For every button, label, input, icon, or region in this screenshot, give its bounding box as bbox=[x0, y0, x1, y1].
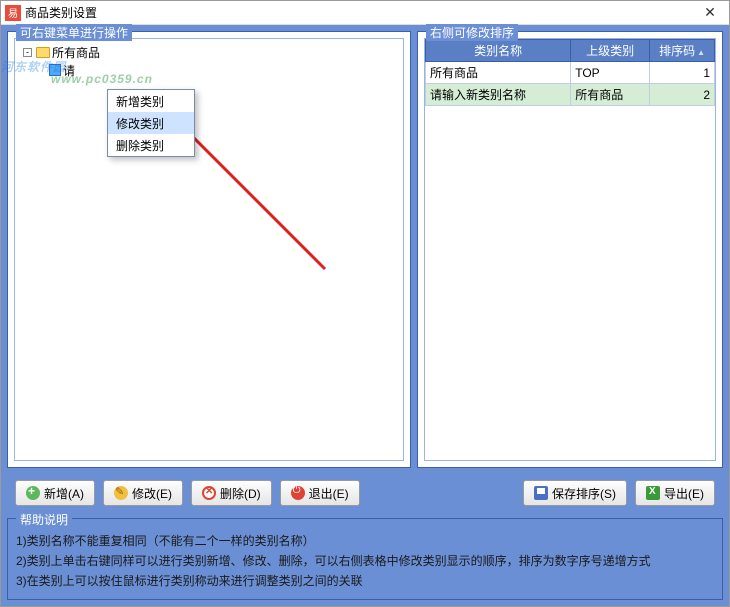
context-new-category[interactable]: 新增类别 bbox=[108, 90, 194, 112]
col-header-name[interactable]: 类别名称 bbox=[426, 40, 571, 62]
main-row: 可右键菜单进行操作 - 所有商品 请 新增 bbox=[7, 31, 723, 468]
add-button[interactable]: 新增(A) bbox=[15, 480, 95, 506]
help-line-2: 2)类别上单击右键同样可以进行类别新增、修改、删除，可以右侧表格中修改类别显示的… bbox=[16, 551, 714, 571]
cell-name[interactable]: 所有商品 bbox=[426, 62, 571, 84]
col-header-parent[interactable]: 上级类别 bbox=[571, 40, 650, 62]
context-edit-category[interactable]: 修改类别 bbox=[108, 112, 194, 134]
toolbar: 新增(A) 修改(E) 删除(D) 退出(E) 保存排序(S) 导出(E) bbox=[7, 474, 723, 512]
help-panel: 帮助说明 1)类别名称不能重复相同（不能有二个一样的类别名称） 2)类别上单击右… bbox=[7, 518, 723, 600]
category-tree[interactable]: - 所有商品 请 bbox=[15, 39, 403, 83]
delete-button[interactable]: 删除(D) bbox=[191, 480, 272, 506]
grid-container: 类别名称 上级类别 排序码▲ 所有商品 TOP 1 bbox=[424, 38, 716, 461]
exit-button[interactable]: 退出(E) bbox=[280, 480, 360, 506]
right-panel-legend: 右侧可修改排序 bbox=[426, 24, 518, 41]
titlebar: 易 商品类别设置 ✕ bbox=[1, 1, 729, 25]
context-menu: 新增类别 修改类别 删除类别 bbox=[107, 89, 195, 157]
app-icon: 易 bbox=[5, 5, 21, 21]
table-row[interactable]: 所有商品 TOP 1 bbox=[426, 62, 715, 84]
left-panel: 可右键菜单进行操作 - 所有商品 请 新增 bbox=[7, 31, 411, 468]
help-line-1: 1)类别名称不能重复相同（不能有二个一样的类别名称） bbox=[16, 531, 714, 551]
client-area: 河东软件园 www.pc0359.cn 可右键菜单进行操作 - 所有商品 bbox=[1, 25, 729, 606]
tree-root-label: 所有商品 bbox=[52, 44, 100, 61]
left-panel-legend: 可右键菜单进行操作 bbox=[16, 24, 132, 41]
close-button[interactable]: ✕ bbox=[695, 4, 725, 21]
col-header-order[interactable]: 排序码▲ bbox=[650, 40, 715, 62]
save-order-button[interactable]: 保存排序(S) bbox=[523, 480, 627, 506]
cell-parent[interactable]: TOP bbox=[571, 62, 650, 84]
export-button[interactable]: 导出(E) bbox=[635, 480, 715, 506]
exit-icon bbox=[291, 486, 305, 500]
help-legend: 帮助说明 bbox=[16, 511, 72, 528]
help-line-3: 3)在类别上可以按住鼠标进行类别称动来进行调整类别之间的关联 bbox=[16, 571, 714, 591]
cell-order[interactable]: 2 bbox=[650, 84, 715, 106]
edit-icon bbox=[114, 486, 128, 500]
collapse-icon[interactable]: - bbox=[23, 48, 32, 57]
save-icon bbox=[534, 486, 548, 500]
export-icon bbox=[646, 486, 660, 500]
add-icon bbox=[26, 486, 40, 500]
file-icon bbox=[49, 64, 61, 76]
delete-icon bbox=[202, 486, 216, 500]
window-title: 商品类别设置 bbox=[25, 4, 695, 21]
right-panel: 右侧可修改排序 类别名称 上级类别 排序码▲ 所有商品 bbox=[417, 31, 723, 468]
folder-icon bbox=[36, 47, 50, 58]
tree-child-node[interactable]: 请 bbox=[19, 61, 399, 79]
cell-name[interactable]: 请输入新类别名称 bbox=[426, 84, 571, 106]
cell-order[interactable]: 1 bbox=[650, 62, 715, 84]
tree-root-node[interactable]: - 所有商品 bbox=[19, 43, 399, 61]
table-row[interactable]: 请输入新类别名称 所有商品 2 bbox=[426, 84, 715, 106]
window: 易 商品类别设置 ✕ 河东软件园 www.pc0359.cn 可右键菜单进行操作… bbox=[0, 0, 730, 607]
category-grid[interactable]: 类别名称 上级类别 排序码▲ 所有商品 TOP 1 bbox=[425, 39, 715, 106]
edit-button[interactable]: 修改(E) bbox=[103, 480, 183, 506]
tree-container: - 所有商品 请 新增类别 修改类别 删除类别 bbox=[14, 38, 404, 461]
cell-parent[interactable]: 所有商品 bbox=[571, 84, 650, 106]
context-delete-category[interactable]: 删除类别 bbox=[108, 134, 194, 156]
grid-header-row: 类别名称 上级类别 排序码▲ bbox=[426, 40, 715, 62]
tree-child-label: 请 bbox=[63, 62, 75, 79]
